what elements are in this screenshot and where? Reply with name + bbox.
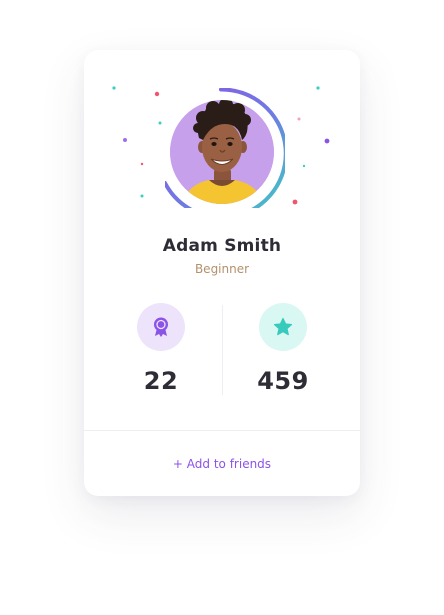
profile-name: Adam Smith: [162, 236, 282, 256]
award-ribbon-icon: [154, 317, 168, 337]
add-to-friends-button[interactable]: + Add to friends: [154, 450, 290, 478]
stat-awards: 22: [92, 303, 230, 395]
awards-count: 22: [143, 367, 179, 395]
avatar[interactable]: [165, 88, 285, 208]
stat-stars: 459: [214, 303, 352, 395]
stars-count: 459: [257, 367, 309, 395]
profile-card: Adam Smith Beginner 22 459 + Add to frie…: [84, 50, 360, 496]
star-badge: [259, 303, 307, 351]
footer-divider: [84, 430, 360, 431]
page-background: Adam Smith Beginner 22 459 + Add to frie…: [0, 0, 444, 615]
profile-level: Beginner: [194, 262, 250, 276]
star-icon: [273, 317, 293, 336]
avatar-portrait: [165, 88, 285, 208]
award-badge: [137, 303, 185, 351]
